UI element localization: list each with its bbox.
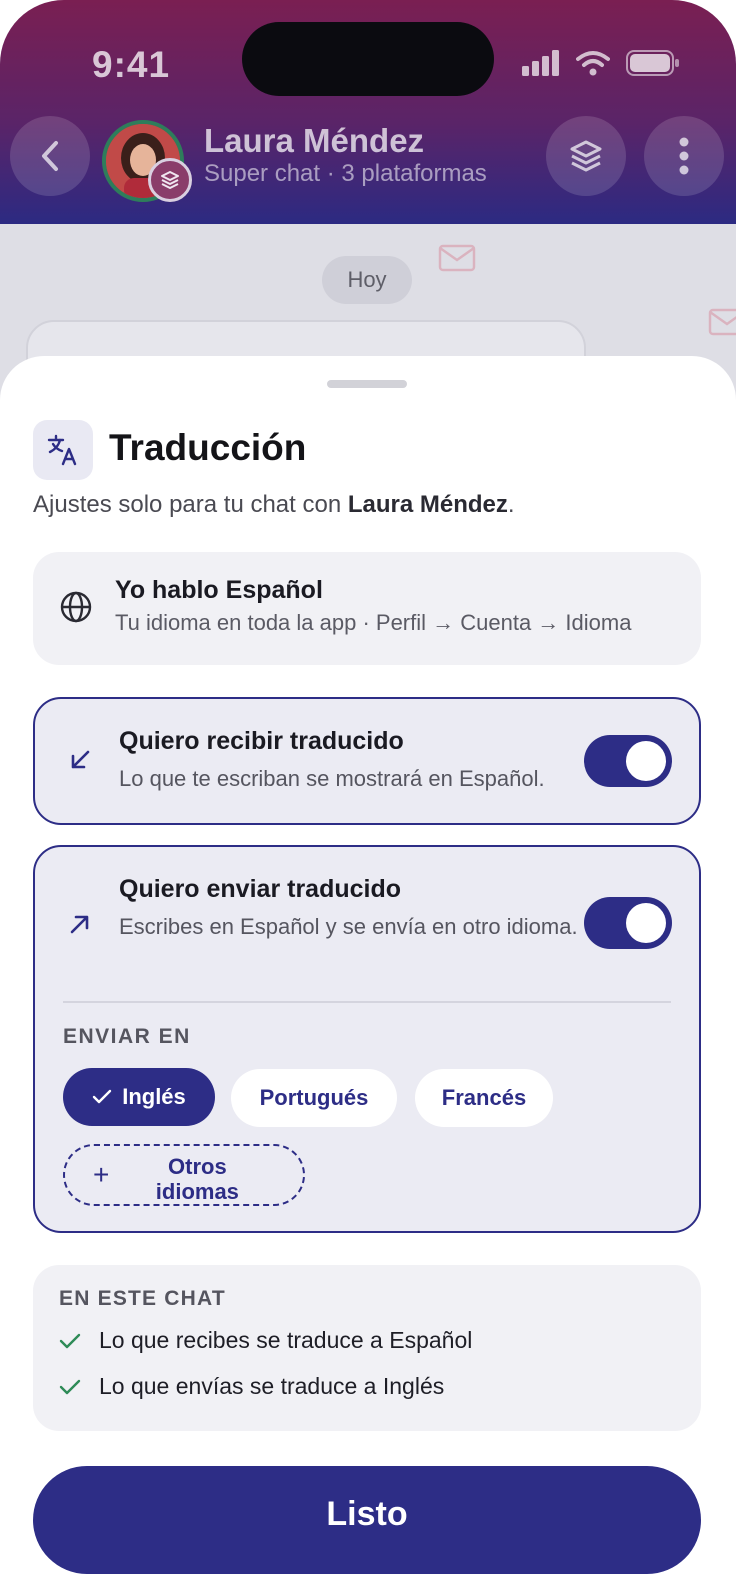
send-description: Escribes en Español y se envía en otro i… <box>119 914 578 939</box>
send-toggle[interactable] <box>584 897 672 949</box>
platforms-button[interactable] <box>546 116 626 196</box>
other-languages-label: Otros idiomas <box>155 1154 239 1200</box>
phone-screen: 9:41 Laura Méndez Super chat · 3 platafo… <box>0 0 736 1574</box>
chip-label: Francés <box>441 1085 527 1110</box>
layers-icon <box>161 171 179 189</box>
contact-name[interactable]: Laura Méndez <box>204 122 424 160</box>
battery-icon <box>626 50 679 76</box>
status-time: 9:41 <box>92 44 171 85</box>
arrow-down-left-icon <box>71 750 90 769</box>
receive-toggle[interactable] <box>584 735 672 787</box>
my-language-title: Yo hablo Español <box>115 576 323 604</box>
translation-sheet: Traducción Ajustes solo para tu chat con… <box>0 356 736 1574</box>
translate-icon-tile <box>33 420 93 480</box>
chip-label: Portugués <box>259 1085 369 1110</box>
divider <box>63 1001 671 1003</box>
subtitle-suffix: . <box>507 491 515 518</box>
sheet-grabber[interactable] <box>327 380 407 388</box>
my-language-subtitle: Tu idioma en toda la app · Perfil → Cuen… <box>115 610 632 635</box>
subtitle-prefix: Ajustes solo para tu chat con <box>33 491 348 518</box>
chat-header: 9:41 Laura Méndez Super chat · 3 platafo… <box>0 0 736 224</box>
toggle-knob <box>626 741 666 781</box>
back-button[interactable] <box>10 116 90 196</box>
contact-subtitle: Super chat · 3 plataformas <box>204 160 487 187</box>
language-chip-ingles[interactable]: Inglés <box>63 1068 215 1126</box>
contact-avatar[interactable] <box>102 120 192 202</box>
receive-title: Quiero recibir traducido <box>119 727 404 755</box>
check-icon <box>59 1333 81 1348</box>
layers-icon <box>570 140 602 172</box>
status-icons <box>522 50 680 76</box>
language-chip-frances[interactable]: Francés <box>415 1069 553 1127</box>
receive-translated-card[interactable]: Quiero recibir traducido Lo que te escri… <box>33 697 701 825</box>
receive-description: Lo que te escriban se mostrará en Españo… <box>119 766 545 791</box>
arrow-up-right-icon <box>70 915 89 934</box>
subtitle-contact-name: Laura Méndez <box>347 491 508 518</box>
other-languages-button[interactable]: + Otros idiomas <box>63 1144 305 1206</box>
plus-icon: + <box>93 1159 110 1190</box>
globe-icon <box>60 591 92 623</box>
send-title: Quiero enviar traducido <box>119 875 402 903</box>
my-language-card[interactable]: Yo hablo Español Tu idioma en toda la ap… <box>33 552 701 665</box>
chip-label: Inglés <box>122 1084 186 1109</box>
signal-icon <box>522 50 559 76</box>
sheet-subtitle: Ajustes solo para tu chat con Laura Ménd… <box>33 491 515 519</box>
more-options-button[interactable] <box>644 116 724 196</box>
dynamic-island <box>242 22 494 96</box>
envelope-icon <box>708 308 736 336</box>
summary-item: Lo que envías se traduce a Inglés <box>59 1373 444 1400</box>
check-icon <box>59 1379 81 1394</box>
toggle-knob <box>626 903 666 943</box>
done-button[interactable]: Listo <box>33 1466 701 1574</box>
super-chat-badge <box>148 158 192 202</box>
language-chip-portugues[interactable]: Portugués <box>231 1069 397 1127</box>
wifi-icon <box>576 51 610 76</box>
summary-label: EN ESTE CHAT <box>59 1287 226 1310</box>
translate-icon <box>47 434 77 466</box>
send-in-label: ENVIAR EN <box>63 1025 191 1048</box>
summary-item: Lo que recibes se traduce a Español <box>59 1327 472 1354</box>
day-separator: Hoy <box>322 256 412 304</box>
more-vertical-icon <box>679 137 689 175</box>
summary-text: Lo que recibes se traduce a Español <box>99 1327 473 1353</box>
chat-summary-card: EN ESTE CHAT Lo que recibes se traduce a… <box>33 1265 701 1431</box>
sheet-title: Traducción <box>109 427 307 468</box>
check-icon <box>93 1089 112 1104</box>
chevron-left-icon <box>42 141 58 171</box>
summary-text: Lo que envías se traduce a Inglés <box>99 1373 445 1399</box>
envelope-icon <box>438 244 476 272</box>
send-translated-card[interactable]: Quiero enviar traducido Escribes en Espa… <box>33 845 701 1233</box>
